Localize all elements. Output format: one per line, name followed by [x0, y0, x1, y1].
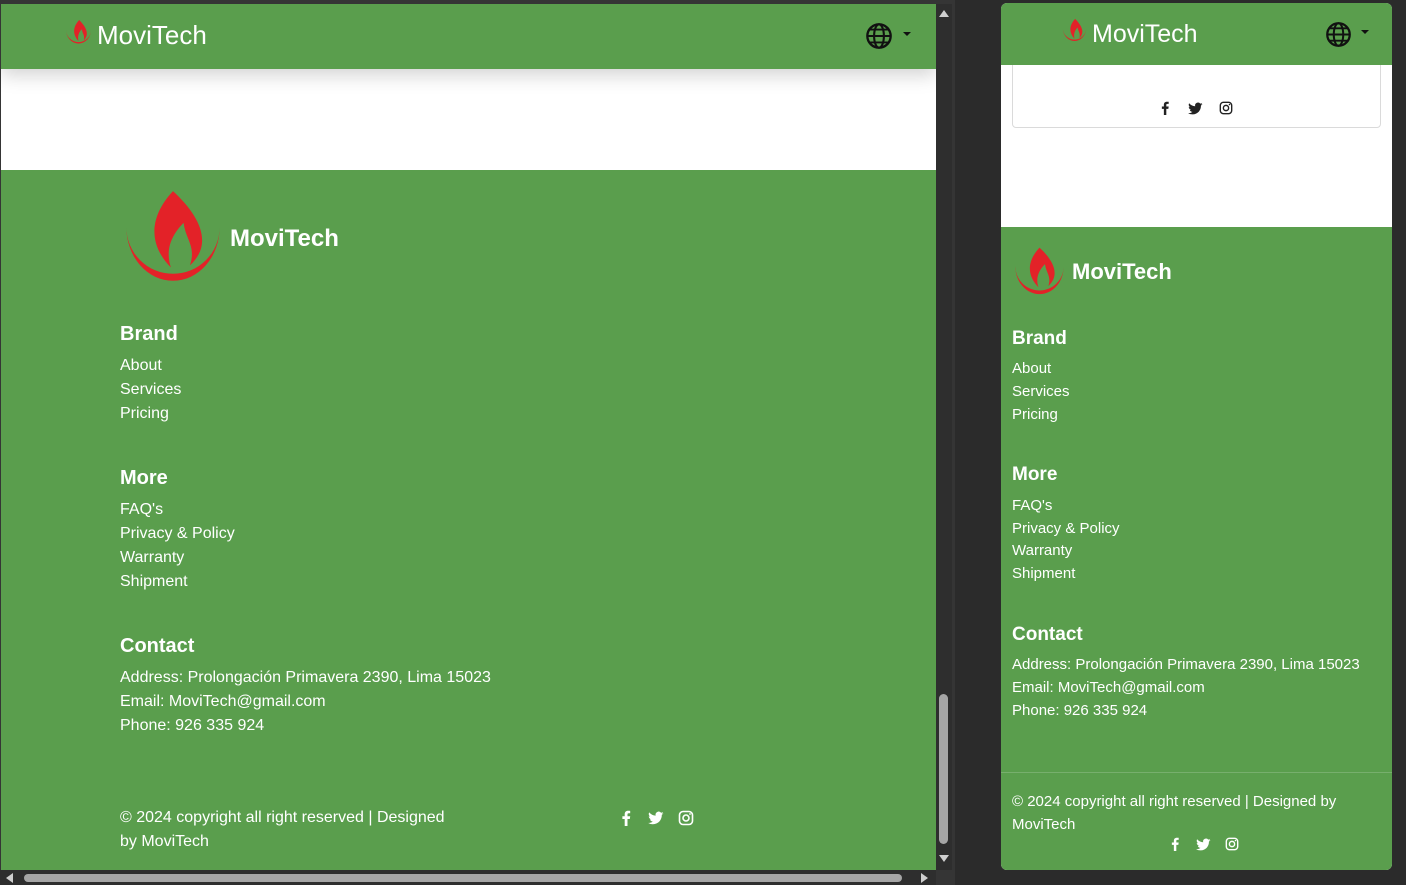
wide-viewport-frame: MoviTech MoviTech Brand About Services P… — [1, 4, 936, 870]
copyright-line-1: © 2024 copyright all right reserved | De… — [120, 809, 445, 826]
narrow-viewport-frame: MoviTech MoviTech Brand About Services P… — [1001, 3, 1392, 870]
contact-address: Address: Prolongación Primavera 2390, Li… — [1012, 656, 1360, 673]
footer-link-services[interactable]: Services — [1012, 383, 1070, 400]
footer-logo-flame-icon — [1015, 247, 1064, 295]
facebook-icon[interactable] — [1168, 837, 1182, 851]
contact-email: Email: MoviTech@gmail.com — [1012, 679, 1205, 696]
footer-heading-more: More — [120, 467, 168, 489]
twitter-icon[interactable] — [648, 810, 664, 826]
footer-link-privacy-policy[interactable]: Privacy & Policy — [120, 525, 235, 543]
navbar: MoviTech — [1, 4, 936, 69]
contact-phone: Phone: 926 335 924 — [120, 717, 265, 734]
footer-link-pricing[interactable]: Pricing — [120, 405, 169, 423]
scroll-right-arrow-icon[interactable] — [921, 873, 928, 883]
footer-link-faqs[interactable]: FAQ's — [120, 501, 163, 519]
horizontal-scrollbar-thumb[interactable] — [24, 874, 902, 882]
copyright-line-2: MoviTech — [1012, 816, 1076, 833]
footer: MoviTech Brand About Services Pricing Mo… — [1001, 227, 1392, 870]
footer-logo-flame-icon — [126, 191, 220, 281]
footer-link-warranty[interactable]: Warranty — [1012, 542, 1072, 559]
vertical-scrollbar-thumb[interactable] — [939, 694, 948, 844]
vertical-scrollbar[interactable] — [936, 4, 952, 870]
globe-icon[interactable] — [865, 22, 893, 50]
footer-link-shipment[interactable]: Shipment — [1012, 565, 1075, 582]
twitter-icon[interactable] — [1188, 101, 1203, 116]
footer-link-shipment[interactable]: Shipment — [120, 573, 188, 591]
copyright-text: © 2024 copyright all right reserved | De… — [1012, 790, 1382, 836]
footer-link-faqs[interactable]: FAQ's — [1012, 497, 1052, 514]
footer-link-about[interactable]: About — [120, 357, 162, 375]
footer-brand-name: MoviTech — [1072, 259, 1172, 284]
navbar-brand[interactable]: MoviTech — [1092, 20, 1198, 49]
footer-brand-name: MoviTech — [230, 225, 339, 252]
scroll-down-arrow-icon[interactable] — [939, 855, 949, 862]
instagram-icon[interactable] — [1219, 101, 1233, 115]
card-social-links — [1158, 101, 1233, 116]
copyright-text: © 2024 copyright all right reserved | De… — [120, 806, 460, 854]
footer: MoviTech Brand About Services Pricing Mo… — [1, 170, 936, 870]
logo-flame-icon[interactable] — [60, 18, 97, 51]
horizontal-scrollbar[interactable] — [0, 870, 936, 885]
copyright-line-2: by MoviTech — [120, 833, 209, 850]
contact-address: Address: Prolongación Primavera 2390, Li… — [120, 669, 491, 686]
footer-link-about[interactable]: About — [1012, 360, 1051, 377]
footer-heading-more: More — [1012, 464, 1058, 485]
contact-phone: Phone: 926 335 924 — [1012, 702, 1148, 719]
scroll-left-arrow-icon[interactable] — [6, 873, 13, 883]
footer-heading-brand: Brand — [1012, 328, 1067, 349]
footer-link-warranty[interactable]: Warranty — [120, 549, 184, 567]
logo-flame-icon[interactable] — [1057, 17, 1092, 48]
social-links — [1168, 837, 1239, 852]
contact-email: Email: MoviTech@gmail.com — [120, 693, 326, 710]
footer-link-privacy-policy[interactable]: Privacy & Policy — [1012, 520, 1120, 537]
facebook-icon[interactable] — [1158, 101, 1172, 115]
footer-heading-brand: Brand — [120, 323, 178, 345]
navbar-brand[interactable]: MoviTech — [97, 20, 207, 51]
language-dropdown-caret[interactable] — [903, 32, 911, 36]
wide-viewport-pane: MoviTech MoviTech Brand About Services P… — [0, 0, 955, 885]
facebook-icon[interactable] — [618, 810, 634, 826]
instagram-icon[interactable] — [678, 810, 694, 826]
language-dropdown-caret[interactable] — [1361, 30, 1369, 34]
footer-divider — [1001, 772, 1392, 773]
footer-link-pricing[interactable]: Pricing — [1012, 406, 1058, 423]
footer-link-services[interactable]: Services — [120, 381, 181, 399]
social-links — [618, 810, 694, 826]
twitter-icon[interactable] — [1196, 837, 1211, 852]
footer-heading-contact: Contact — [120, 635, 195, 657]
globe-icon[interactable] — [1325, 21, 1352, 48]
copyright-line-1: © 2024 copyright all right reserved | De… — [1012, 793, 1337, 810]
scroll-up-arrow-icon[interactable] — [939, 10, 949, 17]
footer-heading-contact: Contact — [1012, 624, 1083, 645]
navbar: MoviTech — [1001, 3, 1392, 65]
instagram-icon[interactable] — [1225, 837, 1239, 851]
